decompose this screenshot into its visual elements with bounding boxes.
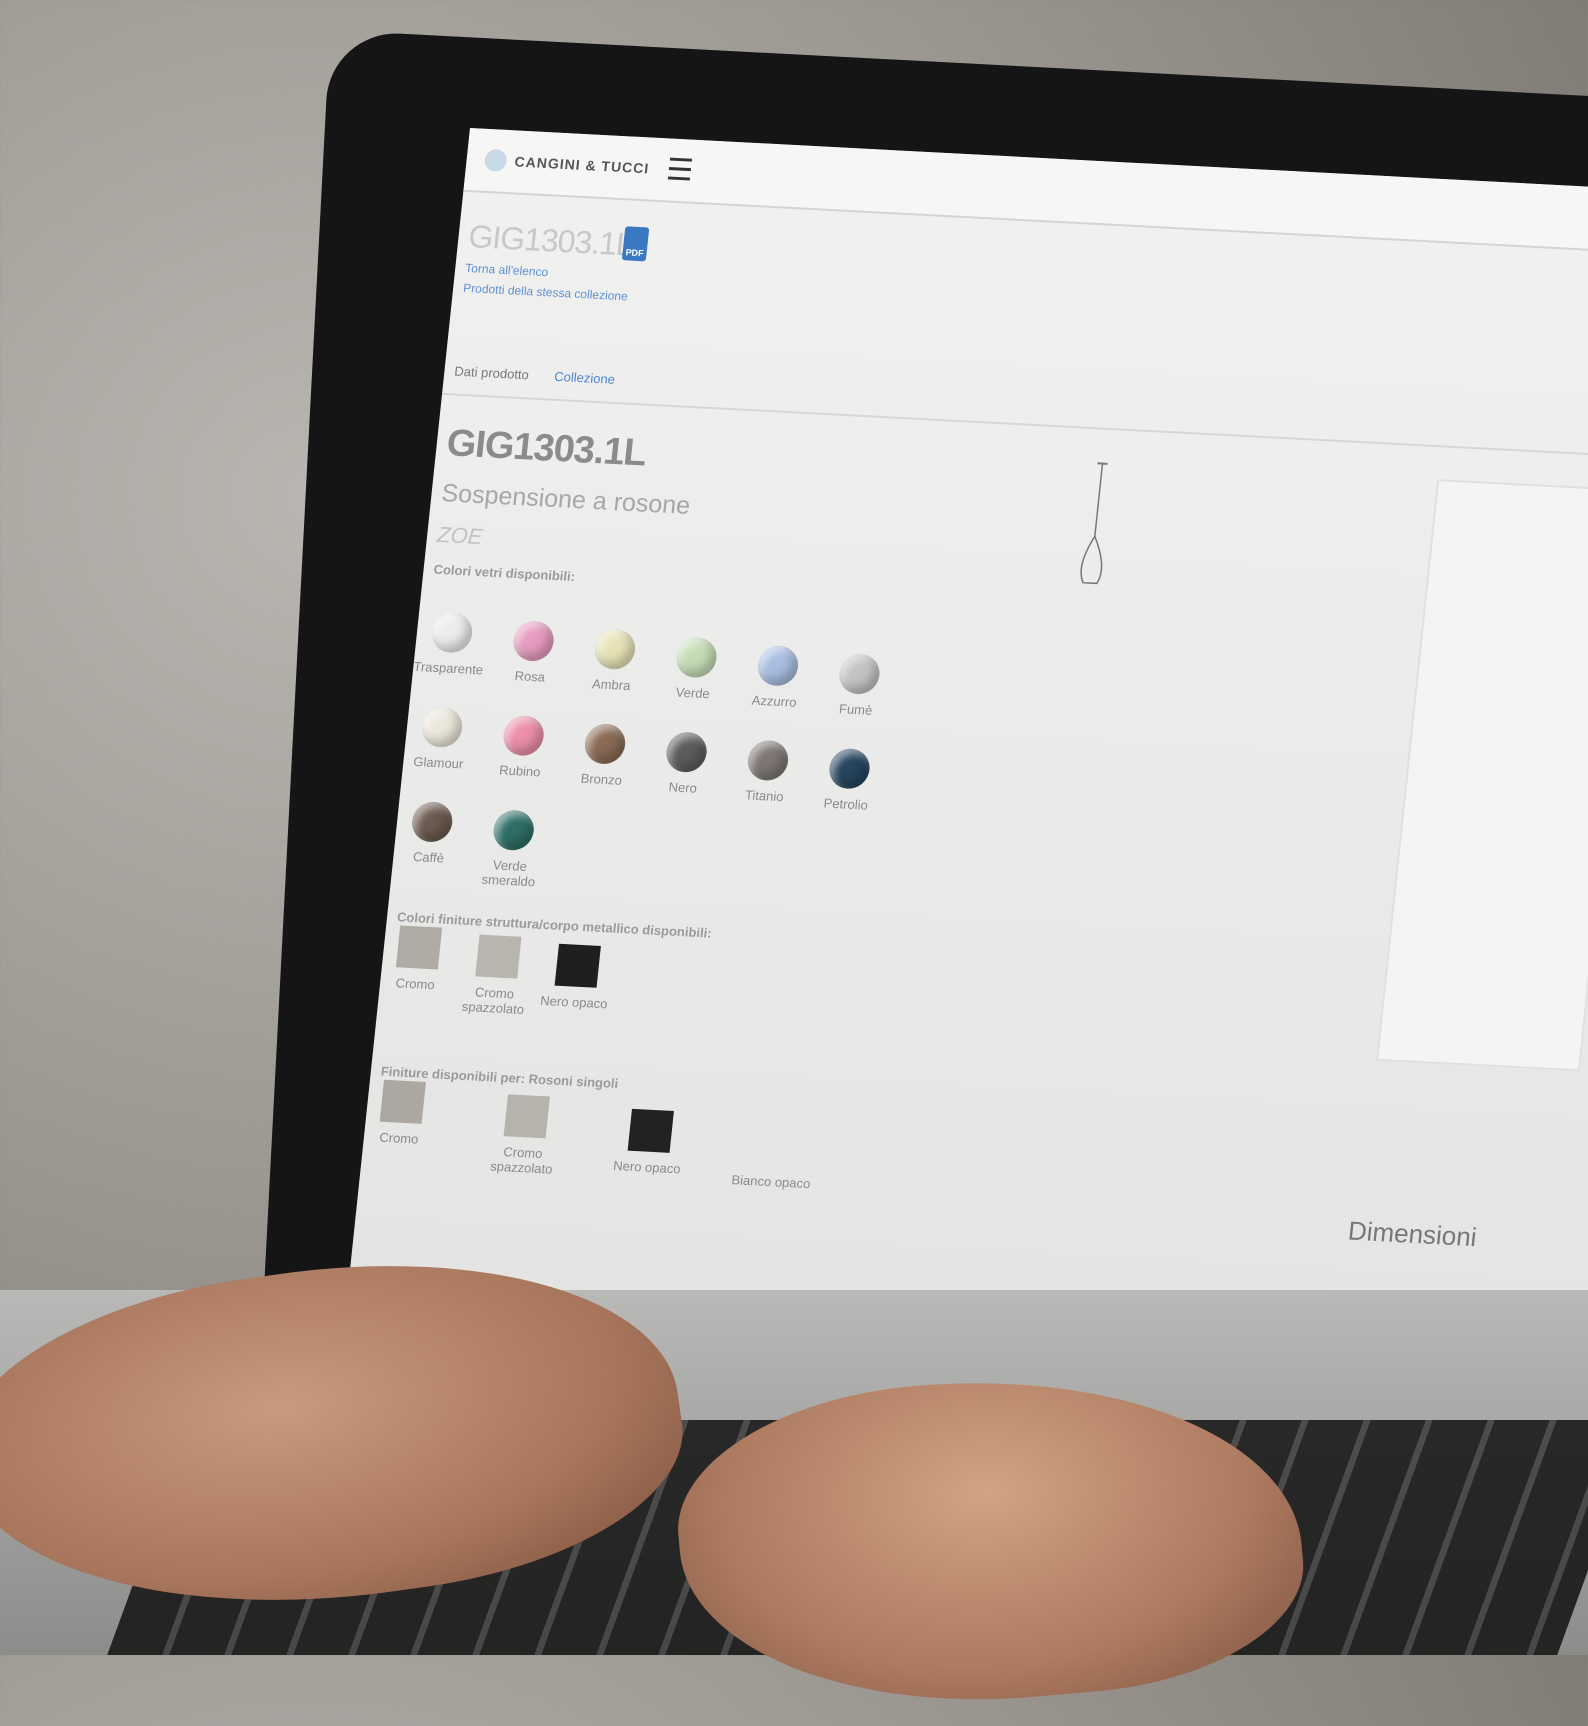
- glass-color-chip: [674, 636, 719, 679]
- glass-color-chip: [430, 611, 475, 654]
- glass-color-chip: [420, 706, 465, 749]
- glass-label: Verde smeraldo: [480, 857, 536, 890]
- glass-color-chip: [501, 714, 546, 757]
- finish-label: Nero opaco: [539, 992, 609, 1012]
- finish-swatch[interactable]: Nero opaco: [528, 943, 625, 1012]
- product-header: GIG1303.1L PDF Torna all'elenco Prodotti…: [463, 218, 650, 304]
- logo[interactable]: CANGINI & TUCCI: [483, 148, 651, 180]
- rosone-label: Cromo spazzolato: [489, 1144, 554, 1177]
- rosone-swatch[interactable]: Nero opaco: [601, 1108, 698, 1177]
- glass-color-chip: [745, 739, 791, 782]
- glass-label: Caffè: [412, 849, 445, 866]
- back-to-list-link[interactable]: Torna all'elenco: [465, 261, 631, 284]
- glass-swatch[interactable]: Fumè: [810, 652, 906, 719]
- tab-collection[interactable]: Collezione: [554, 369, 616, 387]
- same-collection-link[interactable]: Prodotti della stessa collezione: [463, 281, 629, 304]
- glass-label: Rosa: [513, 668, 546, 685]
- product-title: GIG1303.1L: [444, 422, 648, 475]
- glass-label: Nero: [667, 779, 698, 796]
- product-code-heading: GIG1303.1L: [466, 218, 635, 263]
- pdf-download-icon[interactable]: PDF: [621, 226, 650, 262]
- glass-label: Glamour: [412, 753, 465, 772]
- glass-label: Trasparente: [412, 658, 484, 678]
- glass-color-chip: [511, 620, 556, 662]
- tab-product-data[interactable]: Dati prodotto: [454, 364, 530, 383]
- glass-label: Fumè: [838, 701, 874, 718]
- glass-color-chip: [583, 722, 628, 765]
- finish-color-chip: [395, 925, 443, 970]
- glass-label: Bronzo: [580, 770, 623, 788]
- finish-label: Cromo spazzolato: [461, 984, 525, 1018]
- glass-color-chip: [410, 801, 455, 843]
- logo-text: CANGINI & TUCCI: [513, 153, 651, 177]
- rosone-swatch[interactable]: Bianco opaco: [725, 1122, 822, 1191]
- rosone-label: Bianco opaco: [730, 1172, 812, 1192]
- glass-colors-label: Colori vetri disponibili:: [432, 561, 576, 585]
- rosone-label: Nero opaco: [612, 1157, 682, 1177]
- finish-label: Cromo: [394, 975, 436, 993]
- product-subtitle: Sospensione a rosone: [440, 479, 692, 520]
- glass-color-chip: [837, 653, 882, 696]
- glass-label: Titanio: [744, 787, 785, 805]
- rosone-color-chip: [379, 1079, 426, 1124]
- glass-color-chip: [755, 644, 801, 687]
- finish-color-chip: [475, 934, 522, 979]
- glass-label: Verde: [675, 684, 711, 702]
- finish-color-chip: [554, 943, 601, 988]
- glass-label: Azzurro: [751, 692, 798, 710]
- rosone-color-chip: [627, 1108, 674, 1153]
- rosone-label: Cromo: [378, 1129, 420, 1147]
- hamburger-menu-icon[interactable]: ☰: [665, 152, 696, 188]
- glass-label: Petrolio: [822, 795, 869, 813]
- glass-label: Rubino: [498, 762, 542, 780]
- glass-swatch[interactable]: Petrolio: [800, 746, 896, 813]
- rosone-swatch[interactable]: Cromo spazzolato: [476, 1093, 574, 1177]
- product-collection: ZOE: [436, 521, 484, 550]
- glass-color-chip: [592, 628, 638, 671]
- glass-color-chip: [491, 809, 536, 852]
- pendant-lamp-drawing: [1080, 462, 1108, 585]
- glass-label: Ambra: [591, 676, 632, 694]
- product-image-panel: [1376, 479, 1588, 1072]
- rosone-color-chip: [751, 1123, 798, 1168]
- dimensions-heading: Dimensioni: [1346, 1215, 1479, 1253]
- glass-color-chip: [664, 731, 709, 774]
- rosone-color-chip: [503, 1094, 550, 1139]
- product-details: GIG1303.1L Sospensione a rosone ZOE Colo…: [433, 422, 698, 589]
- glass-swatch[interactable]: Verde smeraldo: [463, 808, 561, 890]
- browser-screen: CANGINI & TUCCI ☰ GIG1303.1L PDF Torna a…: [340, 128, 1588, 1429]
- glass-color-chip: [827, 747, 872, 790]
- logo-icon: [483, 148, 508, 172]
